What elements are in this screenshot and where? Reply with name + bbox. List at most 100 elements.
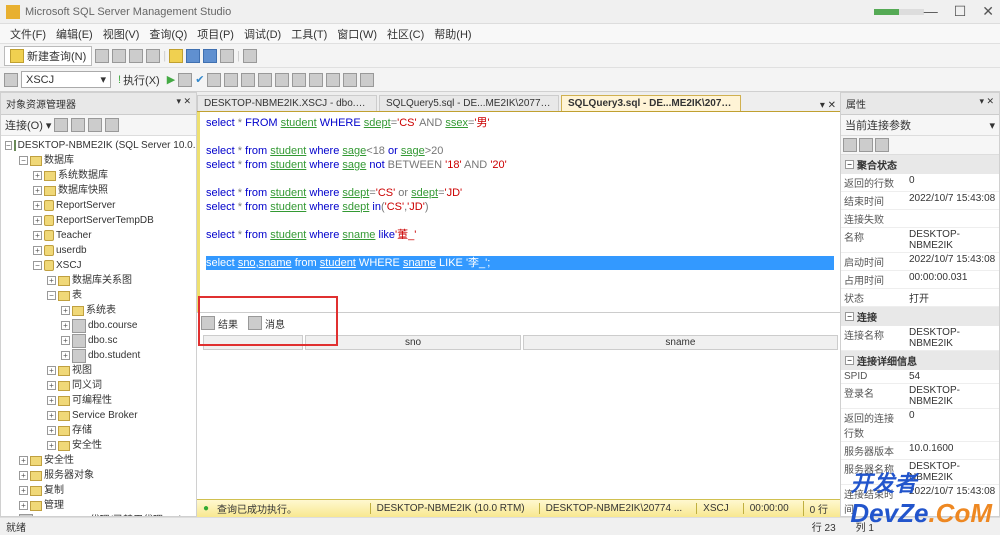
az-icon[interactable]	[859, 138, 873, 152]
table-icon	[72, 349, 86, 363]
properties-panel: 属性▾ ✕ 当前连接参数▾ −聚合状态 返回的行数0 结束时间2022/10/7…	[840, 92, 1000, 517]
properties-grid[interactable]: −聚合状态 返回的行数0 结束时间2022/10/7 15:43:08 连接失败…	[841, 155, 999, 516]
table-icon	[72, 334, 86, 348]
query-status-bar: ● 查询已成功执行。 DESKTOP-NBME2IK (10.0 RTM) DE…	[197, 499, 840, 517]
oe-icon-1[interactable]	[54, 118, 68, 132]
folder-icon	[72, 306, 84, 316]
ready-label: 就绪	[6, 519, 26, 534]
maximize-button[interactable]: ☐	[954, 3, 967, 20]
panel-pin-icon[interactable]: ▾ ✕	[176, 96, 191, 111]
tb2-icon-1[interactable]	[207, 73, 221, 87]
folder-icon	[44, 171, 56, 181]
menu-project[interactable]: 项目(P)	[193, 25, 238, 43]
editor-area: DESKTOP-NBME2IK.XSCJ - dbo.student SQLQu…	[197, 92, 840, 517]
connect-label[interactable]: 连接(O)	[5, 117, 43, 133]
minimize-button[interactable]: —	[924, 3, 938, 20]
server-icon	[14, 140, 16, 151]
app-title: Microsoft SQL Server Management Studio	[25, 6, 694, 18]
tb2-icon-4[interactable]	[258, 73, 272, 87]
new-query-button[interactable]: 新建查询(N)	[4, 46, 92, 66]
col-sno[interactable]: sno	[305, 335, 521, 350]
prop-icon[interactable]	[875, 138, 889, 152]
menu-help[interactable]: 帮助(H)	[430, 25, 475, 43]
tb-icon-3[interactable]	[129, 49, 143, 63]
properties-object[interactable]: 当前连接参数	[845, 117, 911, 133]
cat-icon[interactable]	[843, 138, 857, 152]
connect-icon[interactable]	[4, 73, 18, 87]
tb2-icon-8[interactable]	[326, 73, 340, 87]
tb2-icon-2[interactable]	[224, 73, 238, 87]
parse-icon[interactable]: ✔	[195, 73, 204, 86]
folder-icon	[30, 156, 42, 166]
tb2-icon-7[interactable]	[309, 73, 323, 87]
activity-icon[interactable]	[243, 49, 257, 63]
cursor-line: 行 23	[812, 519, 836, 534]
properties-title: 属性	[846, 96, 866, 111]
menu-query[interactable]: 查询(Q)	[145, 25, 191, 43]
database-combo[interactable]: XSCJ▾	[21, 71, 111, 88]
messages-tab[interactable]: 消息	[248, 316, 285, 331]
results-grid[interactable]: snosname	[201, 333, 840, 352]
tab-sqlquery3[interactable]: SQLQuery3.sql - DE...ME2IK\20774 (54))*	[561, 95, 741, 111]
oe-icon-2[interactable]	[71, 118, 85, 132]
menu-community[interactable]: 社区(C)	[383, 25, 428, 43]
tb2-icon-6[interactable]	[292, 73, 306, 87]
menu-tools[interactable]: 工具(T)	[287, 25, 331, 43]
folder-icon	[58, 426, 70, 436]
folder-icon	[58, 396, 70, 406]
folder-icon	[58, 411, 70, 421]
folder-icon	[58, 276, 70, 286]
stop-icon[interactable]	[178, 73, 192, 87]
play-icon: !	[118, 74, 121, 86]
tab-menu-icon[interactable]: ▾ ✕	[816, 100, 840, 111]
tab-sqlquery5[interactable]: SQLQuery5.sql - DE...ME2IK\20774 (52))*	[379, 95, 559, 111]
folder-icon	[58, 381, 70, 391]
oe-icon-4[interactable]	[105, 118, 119, 132]
save-all-icon[interactable]	[203, 49, 217, 63]
database-icon	[44, 215, 54, 226]
tb-icon-5[interactable]	[220, 49, 234, 63]
debug-icon[interactable]: ▶	[167, 73, 175, 86]
open-icon[interactable]	[169, 49, 183, 63]
close-button[interactable]: ✕	[982, 3, 994, 20]
tb2-icon-5[interactable]	[275, 73, 289, 87]
progress-indicator	[874, 9, 924, 15]
menu-edit[interactable]: 编辑(E)	[52, 25, 97, 43]
menu-debug[interactable]: 调试(D)	[240, 25, 285, 43]
database-icon	[44, 260, 54, 271]
status-message: 查询已成功执行。	[217, 501, 297, 516]
oe-icon-3[interactable]	[88, 118, 102, 132]
app-icon	[6, 5, 20, 19]
results-tab[interactable]: 结果	[201, 316, 238, 331]
tb2-icon-9[interactable]	[343, 73, 357, 87]
cursor-col: 列 1	[856, 519, 874, 534]
tb2-icon-10[interactable]	[360, 73, 374, 87]
folder-icon	[44, 186, 56, 196]
col-sname[interactable]: sname	[523, 335, 838, 350]
tb-icon-2[interactable]	[112, 49, 126, 63]
database-icon	[44, 200, 54, 211]
document-tabs: DESKTOP-NBME2IK.XSCJ - dbo.student SQLQu…	[197, 92, 840, 112]
agent-icon	[19, 514, 33, 517]
tb-icon-4[interactable]	[146, 49, 160, 63]
execute-button[interactable]: !执行(X)	[114, 71, 164, 89]
new-query-icon	[10, 49, 24, 63]
tb-icon-1[interactable]	[95, 49, 109, 63]
status-login: DESKTOP-NBME2IK\20774 ...	[539, 503, 689, 514]
menu-view[interactable]: 视图(V)	[99, 25, 144, 43]
menu-file[interactable]: 文件(F)	[6, 25, 50, 43]
status-time: 00:00:00	[743, 503, 795, 514]
menu-window[interactable]: 窗口(W)	[333, 25, 381, 43]
chevron-down-icon: ▾	[100, 73, 106, 86]
sql-editor[interactable]: select * FROM student WHERE sdept='CS' A…	[197, 112, 840, 312]
database-icon	[44, 245, 54, 256]
titlebar: Microsoft SQL Server Management Studio —…	[0, 0, 1000, 24]
object-tree[interactable]: −DESKTOP-NBME2IK (SQL Server 10.0.160 −数…	[1, 136, 196, 516]
folder-icon	[58, 291, 70, 301]
status-rows: 0 行	[803, 501, 834, 516]
tab-student-designer[interactable]: DESKTOP-NBME2IK.XSCJ - dbo.student	[197, 95, 377, 111]
panel-pin-icon[interactable]: ▾ ✕	[979, 96, 994, 111]
save-icon[interactable]	[186, 49, 200, 63]
tb2-icon-3[interactable]	[241, 73, 255, 87]
success-icon: ●	[203, 503, 209, 514]
